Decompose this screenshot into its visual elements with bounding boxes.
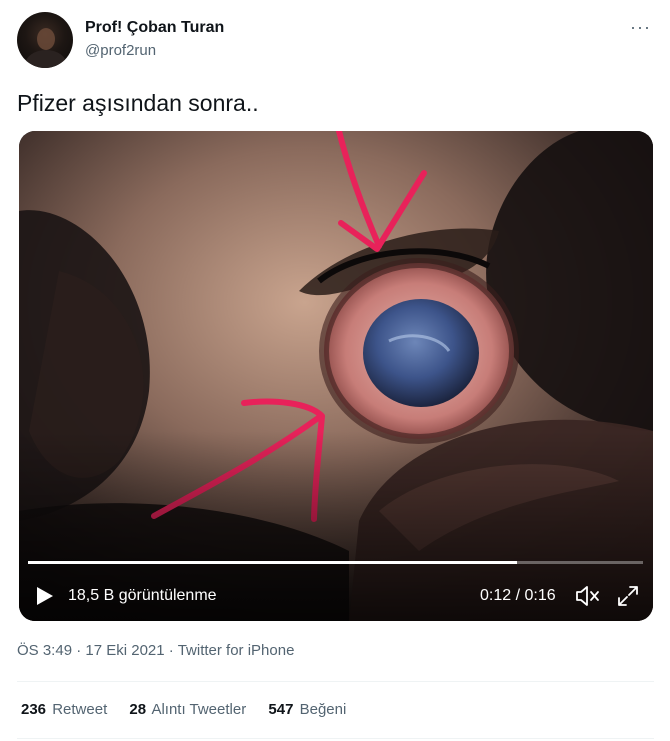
quote-tweet-label: Alıntı Tweetler bbox=[151, 701, 247, 718]
video-progress-bar[interactable] bbox=[28, 561, 643, 564]
author-handle[interactable]: @prof2run bbox=[85, 42, 156, 59]
quote-tweet-stat[interactable]: 28 Alıntı Tweetler bbox=[129, 701, 246, 718]
meta-separator: · bbox=[72, 642, 86, 659]
tweet-stats: 236 Retweet 28 Alıntı Tweetler 547 Beğen… bbox=[21, 701, 364, 718]
tweet-source[interactable]: Twitter for iPhone bbox=[178, 642, 295, 659]
play-icon[interactable] bbox=[36, 586, 54, 606]
mute-icon[interactable] bbox=[575, 584, 601, 608]
retweet-label: Retweet bbox=[52, 701, 108, 718]
tweet-meta: ÖS 3:49 · 17 Eki 2021 · Twitter for iPho… bbox=[17, 642, 294, 659]
author-name[interactable]: Prof! Çoban Turan bbox=[85, 19, 224, 37]
more-options-icon[interactable]: ··· bbox=[630, 18, 651, 36]
meta-separator: · bbox=[164, 642, 178, 659]
avatar[interactable] bbox=[17, 12, 73, 68]
divider bbox=[17, 681, 654, 682]
tweet-header: Prof! Çoban Turan @prof2run ··· bbox=[17, 12, 657, 70]
video-frame bbox=[19, 131, 653, 621]
avatar-shoulder bbox=[25, 50, 67, 68]
quote-tweet-count: 28 bbox=[129, 701, 147, 718]
retweet-count: 236 bbox=[21, 701, 47, 718]
tweet-date[interactable]: 17 Eki 2021 bbox=[85, 642, 164, 659]
video-controls: 18,5 B görüntülenme 0:12 / 0:16 bbox=[19, 576, 653, 616]
tweet-time[interactable]: ÖS 3:49 bbox=[17, 642, 72, 659]
video-progress-fill bbox=[28, 561, 517, 564]
tweet-text: Pfizer aşısından sonra.. bbox=[17, 90, 259, 116]
like-count: 547 bbox=[268, 701, 294, 718]
retweet-stat[interactable]: 236 Retweet bbox=[21, 701, 107, 718]
video-player[interactable]: 18,5 B görüntülenme 0:12 / 0:16 bbox=[19, 131, 653, 621]
like-stat[interactable]: 547 Beğeni bbox=[268, 701, 346, 718]
video-time: 0:12 / 0:16 bbox=[480, 587, 556, 604]
avatar-face bbox=[37, 28, 55, 50]
like-label: Beğeni bbox=[299, 701, 347, 718]
fullscreen-icon[interactable] bbox=[617, 585, 639, 607]
view-count: 18,5 B görüntülenme bbox=[68, 587, 217, 604]
divider bbox=[17, 738, 654, 739]
